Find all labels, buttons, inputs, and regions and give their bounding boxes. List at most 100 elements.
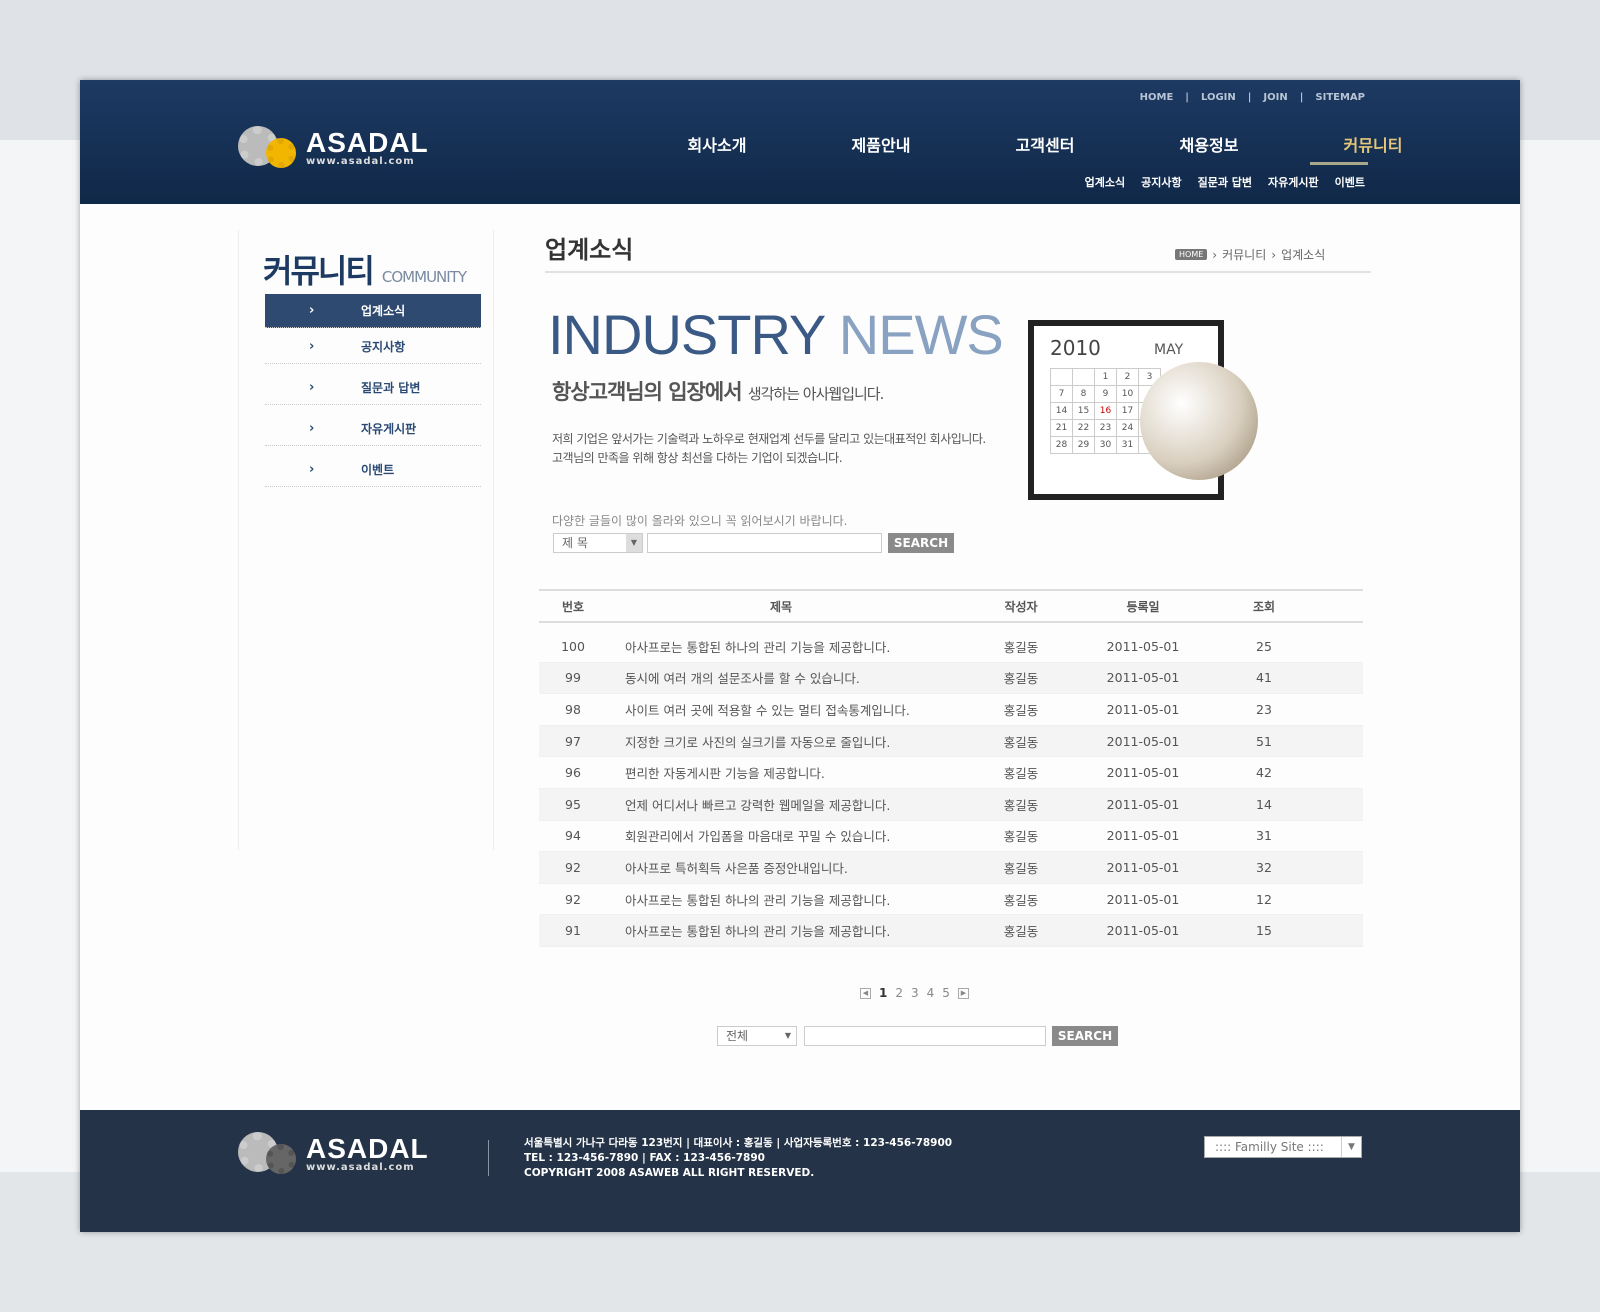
table-row[interactable]: 94 회원관리에서 가입폼을 마음대로 꾸밀 수 있습니다. 홍길동 2011-05-… bbox=[539, 821, 1363, 853]
row-views: 25 bbox=[1256, 638, 1272, 654]
subnav-qna[interactable]: 질문과 답변 bbox=[1198, 174, 1252, 190]
row-date: 2011-05-01 bbox=[1106, 828, 1180, 844]
table-row[interactable]: 96 편리한 자동게시판 기능을 제공합니다. 홍길동 2011-05-01 42 bbox=[539, 757, 1363, 789]
subnav-free-board[interactable]: 자유게시판 bbox=[1268, 174, 1319, 190]
table-row[interactable]: 92 아사프로는 통합된 하나의 관리 기능을 제공합니다. 홍길동 2011-05-… bbox=[539, 884, 1363, 916]
row-views: 41 bbox=[1256, 670, 1272, 686]
row-date: 2011-05-01 bbox=[1106, 701, 1180, 717]
row-views: 12 bbox=[1256, 891, 1272, 907]
row-number: 99 bbox=[565, 670, 581, 686]
row-views: 15 bbox=[1256, 923, 1272, 939]
row-date: 2011-05-01 bbox=[1106, 796, 1180, 812]
subnav-notices[interactable]: 공지사항 bbox=[1141, 174, 1181, 190]
row-title[interactable]: 언제 어디서나 빠르고 강력한 웹메일을 제공합니다. bbox=[607, 795, 955, 814]
header: ASADAL www.asadal.com HOME | LOGIN | JOIN | … bbox=[80, 80, 1520, 204]
sidebar: 커뮤니티 COMMUNITY › 업계소식 › 공지사항 › 질문과 답변 › 자유게시… bbox=[238, 230, 494, 850]
row-title[interactable]: 회원관리에서 가입폼을 마음대로 꾸밀 수 있습니다. bbox=[607, 826, 955, 845]
table-row[interactable]: 99 동시에 여러 개의 설문조사를 할 수 있습니다. 홍길동 2011-05-01… bbox=[539, 662, 1363, 695]
prev-page-icon[interactable]: ◀ bbox=[860, 987, 871, 999]
divider bbox=[545, 271, 1371, 273]
row-number: 98 bbox=[565, 701, 581, 717]
sidebar-item-notices[interactable]: › 공지사항 bbox=[265, 330, 481, 364]
table-row[interactable]: 100 아사프로는 통합된 하나의 관리 기능을 제공합니다. 홍길동 2011-05… bbox=[539, 631, 1363, 663]
subnav-industry-news[interactable]: 업계소식 bbox=[1085, 174, 1125, 190]
table-row[interactable]: 95 언제 어디서나 빠르고 강력한 웹메일을 제공합니다. 홍길동 2011-05-… bbox=[539, 788, 1363, 821]
row-author: 홍길동 bbox=[1003, 766, 1039, 782]
row-views: 32 bbox=[1256, 859, 1272, 875]
sidebar-item-events[interactable]: › 이벤트 bbox=[265, 453, 481, 487]
next-page-icon[interactable]: ▶ bbox=[957, 987, 969, 999]
page-5[interactable]: 5 bbox=[942, 986, 950, 1000]
row-title[interactable]: 지정한 크기로 사진의 실크기를 자동으로 줄입니다. bbox=[607, 732, 955, 751]
row-views: 31 bbox=[1256, 828, 1272, 844]
row-date: 2011-05-01 bbox=[1106, 638, 1180, 654]
row-title[interactable]: 아사프로는 통합된 하나의 관리 기능을 제공합니다. bbox=[607, 890, 955, 909]
util-home[interactable]: HOME bbox=[1140, 92, 1174, 103]
row-author: 홍길동 bbox=[1003, 797, 1039, 813]
row-title[interactable]: 동시에 여러 개의 설문조사를 할 수 있습니다. bbox=[607, 668, 955, 687]
board-table: 번호 제목 작성자 등록일 조회 100 아사프로는 통합된 하나의 관리 기능을 제공합… bbox=[539, 589, 1363, 947]
page-3[interactable]: 3 bbox=[911, 986, 919, 1000]
nav-careers[interactable]: 채용정보 bbox=[1127, 132, 1291, 156]
divider bbox=[488, 1140, 489, 1176]
nav-company[interactable]: 회사소개 bbox=[635, 132, 799, 156]
subnav-events[interactable]: 이벤트 bbox=[1335, 174, 1365, 190]
row-author: 홍길동 bbox=[1003, 829, 1039, 845]
table-row[interactable]: 98 사이트 여러 곳에 적용할 수 있는 멀티 접속통계입니다. 홍길동 2011-… bbox=[539, 694, 1363, 726]
search-input[interactable] bbox=[647, 533, 882, 553]
page-2[interactable]: 2 bbox=[895, 986, 903, 1000]
breadcrumb-community[interactable]: 커뮤니티 bbox=[1222, 246, 1266, 263]
row-title[interactable]: 편리한 자동게시판 기능을 제공합니다. bbox=[607, 763, 955, 782]
logo-text: ASADAL bbox=[306, 126, 429, 158]
table-row[interactable]: 91 아사프로는 통합된 하나의 관리 기능을 제공합니다. 홍길동 2011-05-… bbox=[539, 915, 1363, 947]
hero-subtitle: 항상고객님의 입장에서 생각하는 아사웹입니다. bbox=[552, 380, 884, 404]
page-card: ASADAL www.asadal.com HOME | LOGIN | JOIN | … bbox=[80, 80, 1520, 1232]
page-4[interactable]: 4 bbox=[927, 986, 935, 1000]
row-views: 14 bbox=[1256, 796, 1272, 812]
search-button[interactable]: SEARCH bbox=[888, 533, 954, 553]
util-sitemap[interactable]: SITEMAP bbox=[1315, 92, 1365, 103]
breadcrumb: HOME › 커뮤니티 › 업계소식 bbox=[1175, 246, 1325, 263]
chevron-right-icon: › bbox=[309, 421, 315, 436]
util-login[interactable]: LOGIN bbox=[1201, 92, 1236, 103]
footer-logo: ASADAL www.asadal.com bbox=[238, 1132, 429, 1176]
table-row[interactable]: 97 지정한 크기로 사진의 실크기를 자동으로 줄입니다. 홍길동 2011-05-… bbox=[539, 725, 1363, 758]
chevron-right-icon: › bbox=[309, 462, 315, 477]
row-title[interactable]: 아사프로는 통합된 하나의 관리 기능을 제공합니다. bbox=[607, 637, 955, 656]
table-row[interactable]: 92 아사프로 특허획득 사은품 증정안내입니다. 홍길동 2011-05-01 32 bbox=[539, 852, 1363, 884]
search-field-select[interactable]: 제 목 ▼ bbox=[553, 533, 643, 553]
family-site-select[interactable]: :::: Familly Site :::: ▼ bbox=[1204, 1136, 1362, 1158]
row-date: 2011-05-01 bbox=[1106, 859, 1180, 875]
row-number: 100 bbox=[561, 638, 585, 654]
row-author: 홍길동 bbox=[1003, 892, 1039, 908]
sidebar-item-industry-news[interactable]: › 업계소식 bbox=[265, 294, 481, 328]
row-views: 23 bbox=[1256, 701, 1272, 717]
globe-icon bbox=[1140, 362, 1258, 480]
nav-community[interactable]: 커뮤니티 bbox=[1291, 132, 1455, 156]
dropdown-arrow-icon: ▼ bbox=[1341, 1137, 1361, 1157]
row-author: 홍길동 bbox=[1003, 639, 1039, 655]
gear-icon bbox=[238, 1132, 300, 1176]
active-nav-underline bbox=[1310, 162, 1368, 165]
bottom-search-button[interactable]: SEARCH bbox=[1052, 1026, 1118, 1046]
row-title[interactable]: 아사프로는 통합된 하나의 관리 기능을 제공합니다. bbox=[607, 921, 955, 940]
bottom-search-input[interactable] bbox=[804, 1026, 1046, 1046]
sidebar-item-free-board[interactable]: › 자유게시판 bbox=[265, 412, 481, 446]
nav-support[interactable]: 고객센터 bbox=[963, 132, 1127, 156]
nav-products[interactable]: 제품안내 bbox=[799, 132, 963, 156]
row-date: 2011-05-01 bbox=[1106, 923, 1180, 939]
util-join[interactable]: JOIN bbox=[1263, 92, 1287, 103]
row-author: 홍길동 bbox=[1003, 860, 1039, 876]
row-number: 92 bbox=[565, 891, 581, 907]
divider: | bbox=[1299, 92, 1304, 103]
page-1[interactable]: 1 bbox=[879, 986, 887, 1000]
row-title[interactable]: 아사프로 특허획득 사은품 증정안내입니다. bbox=[607, 858, 955, 877]
logo[interactable]: ASADAL www.asadal.com bbox=[238, 126, 429, 170]
breadcrumb-home[interactable]: HOME bbox=[1175, 249, 1208, 260]
sidebar-item-qna[interactable]: › 질문과 답변 bbox=[265, 371, 481, 405]
row-title[interactable]: 사이트 여러 곳에 적용할 수 있는 멀티 접속통계입니다. bbox=[607, 700, 955, 719]
chevron-right-icon: › bbox=[309, 380, 315, 395]
row-number: 91 bbox=[565, 923, 581, 939]
page-title: 업계소식 bbox=[545, 236, 634, 264]
bottom-search-select[interactable]: 전체 ▼ bbox=[717, 1026, 797, 1046]
